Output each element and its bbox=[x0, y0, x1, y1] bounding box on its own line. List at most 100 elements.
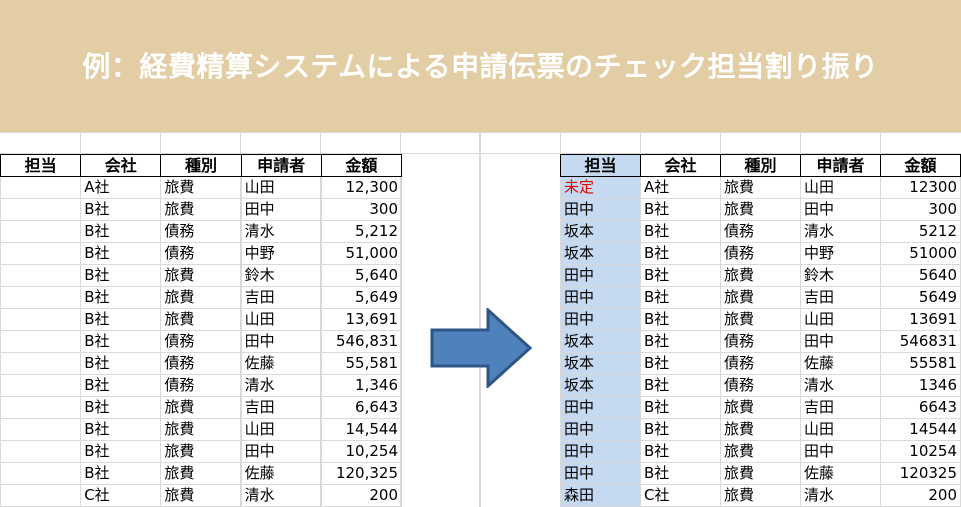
cell-assignee bbox=[0, 308, 82, 331]
cell-amount: 10254 bbox=[880, 440, 961, 463]
cell-company: B社 bbox=[640, 418, 721, 441]
cell-company: B社 bbox=[640, 264, 721, 287]
cell-applicant: 田中 bbox=[240, 198, 322, 221]
table-row: B社 旅費 田中 10,254 bbox=[0, 440, 403, 463]
banner-title: 例：経費精算システムによる申請伝票のチェック担当割り振り bbox=[82, 50, 879, 83]
cell-applicant: 吉田 bbox=[800, 286, 881, 309]
cell-amount: 55581 bbox=[880, 352, 961, 375]
cell-amount: 12300 bbox=[880, 176, 961, 199]
cell-amount: 1346 bbox=[880, 374, 961, 397]
cell-company: B社 bbox=[640, 198, 721, 221]
table-row: B社 債務 清水 5,212 bbox=[0, 220, 403, 243]
table-row: 田中 B社 旅費 吉田 5649 bbox=[560, 286, 961, 309]
table-row: 森田 C社 旅費 清水 200 bbox=[560, 484, 961, 507]
cell-company: B社 bbox=[640, 396, 721, 419]
cell-company: B社 bbox=[80, 352, 162, 375]
cell-applicant: 田中 bbox=[800, 330, 881, 353]
cell-amount: 546831 bbox=[880, 330, 961, 353]
cell-applicant: 田中 bbox=[240, 330, 322, 353]
table-row: 坂本 B社 債務 中野 51000 bbox=[560, 242, 961, 265]
cell-applicant: 清水 bbox=[800, 484, 881, 507]
table-row: 田中 B社 旅費 山田 13691 bbox=[560, 308, 961, 331]
cell-applicant: 吉田 bbox=[800, 396, 881, 419]
cell-applicant: 清水 bbox=[240, 484, 322, 507]
table-row: 田中 B社 旅費 田中 300 bbox=[560, 198, 961, 221]
cell-company: B社 bbox=[640, 352, 721, 375]
right-arrow-icon bbox=[430, 308, 532, 388]
cell-company: B社 bbox=[80, 396, 162, 419]
cell-applicant: 清水 bbox=[240, 374, 322, 397]
table-row: B社 旅費 佐藤 120,325 bbox=[0, 462, 403, 485]
cell-assignee bbox=[0, 176, 82, 199]
cell-amount: 5,640 bbox=[320, 264, 403, 287]
table-row: A社 旅費 山田 12,300 bbox=[0, 176, 403, 199]
cell-amount: 6643 bbox=[880, 396, 961, 419]
cell-type: 旅費 bbox=[720, 308, 801, 331]
cell-amount: 10,254 bbox=[320, 440, 403, 463]
table-row: B社 旅費 田中 300 bbox=[0, 198, 403, 221]
cell-applicant: 佐藤 bbox=[240, 462, 322, 485]
cell-company: B社 bbox=[80, 286, 162, 309]
cell-amount: 1,346 bbox=[320, 374, 403, 397]
cell-type: 債務 bbox=[720, 220, 801, 243]
cell-amount: 14544 bbox=[880, 418, 961, 441]
cell-applicant: 吉田 bbox=[240, 286, 322, 309]
cell-type: 債務 bbox=[160, 374, 242, 397]
cell-type: 旅費 bbox=[160, 264, 242, 287]
cell-amount: 5649 bbox=[880, 286, 961, 309]
cell-amount: 13691 bbox=[880, 308, 961, 331]
column-header-amount: 金額 bbox=[320, 154, 403, 177]
cell-assignee bbox=[0, 286, 82, 309]
cell-company: B社 bbox=[80, 198, 162, 221]
table-row: B社 債務 田中 546,831 bbox=[0, 330, 403, 353]
cell-assignee bbox=[0, 330, 82, 353]
cell-assignee bbox=[0, 484, 82, 507]
cell-applicant: 佐藤 bbox=[800, 352, 881, 375]
cell-company: B社 bbox=[80, 264, 162, 287]
cell-company: B社 bbox=[640, 308, 721, 331]
cell-type: 旅費 bbox=[160, 440, 242, 463]
cell-applicant: 田中 bbox=[800, 198, 881, 221]
cell-type: 債務 bbox=[720, 242, 801, 265]
cell-company: B社 bbox=[640, 242, 721, 265]
cell-assignee: 坂本 bbox=[560, 352, 641, 375]
table-row: 田中 B社 旅費 鈴木 5640 bbox=[560, 264, 961, 287]
cell-assignee bbox=[0, 462, 82, 485]
cell-applicant: 山田 bbox=[800, 308, 881, 331]
cell-company: B社 bbox=[80, 440, 162, 463]
cell-type: 旅費 bbox=[160, 308, 242, 331]
left-table-body: A社 旅費 山田 12,300 B社 旅費 田中 300 B社 債務 清水 5,212 B社 債務 中野 51… bbox=[0, 176, 403, 507]
cell-amount: 200 bbox=[320, 484, 403, 507]
cell-type: 債務 bbox=[160, 242, 242, 265]
table-row: B社 旅費 鈴木 5,640 bbox=[0, 264, 403, 287]
cell-company: B社 bbox=[80, 308, 162, 331]
cell-type: 債務 bbox=[160, 220, 242, 243]
cell-assignee: 坂本 bbox=[560, 220, 641, 243]
cell-company: C社 bbox=[640, 484, 721, 507]
cell-applicant: 鈴木 bbox=[800, 264, 881, 287]
cell-type: 旅費 bbox=[720, 418, 801, 441]
cell-type: 旅費 bbox=[160, 396, 242, 419]
cell-assignee: 田中 bbox=[560, 396, 641, 419]
cell-company: B社 bbox=[640, 440, 721, 463]
cell-type: 旅費 bbox=[720, 264, 801, 287]
cell-assignee bbox=[0, 352, 82, 375]
cell-type: 旅費 bbox=[160, 462, 242, 485]
cell-assignee bbox=[0, 220, 82, 243]
cell-company: B社 bbox=[80, 220, 162, 243]
cell-type: 旅費 bbox=[720, 286, 801, 309]
table-row: 坂本 B社 債務 佐藤 55581 bbox=[560, 352, 961, 375]
cell-type: 債務 bbox=[160, 330, 242, 353]
cell-assignee: 未定 bbox=[560, 176, 641, 199]
column-header-assignee: 担当 bbox=[0, 154, 82, 177]
cell-assignee: 坂本 bbox=[560, 330, 641, 353]
cell-assignee: 田中 bbox=[560, 198, 641, 221]
cell-assignee: 坂本 bbox=[560, 374, 641, 397]
cell-amount: 300 bbox=[320, 198, 403, 221]
table-row: 坂本 B社 債務 清水 5212 bbox=[560, 220, 961, 243]
right-table: 担当 会社 種別 申請者 金額 未定 A社 旅費 山田 12300 田中 B社 旅費 田中 300 坂本 B社… bbox=[560, 154, 961, 507]
cell-amount: 120,325 bbox=[320, 462, 403, 485]
cell-assignee: 田中 bbox=[560, 308, 641, 331]
cell-company: B社 bbox=[80, 418, 162, 441]
table-row: 田中 B社 旅費 田中 10254 bbox=[560, 440, 961, 463]
